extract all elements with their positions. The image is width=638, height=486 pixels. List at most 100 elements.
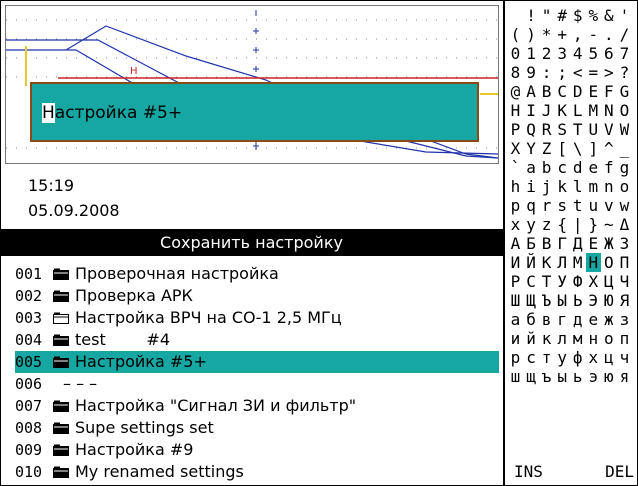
character-key[interactable]: % bbox=[586, 6, 601, 25]
settings-list-item[interactable]: 002 Проверка АРК bbox=[15, 285, 499, 307]
character-key[interactable]: б bbox=[524, 310, 539, 329]
insert-button[interactable]: INS bbox=[514, 462, 543, 481]
character-key[interactable]: О bbox=[601, 253, 616, 272]
character-key[interactable]: Б bbox=[524, 234, 539, 253]
character-key[interactable]: R bbox=[539, 120, 554, 139]
character-key[interactable]: ] bbox=[586, 139, 601, 158]
character-key[interactable]: L bbox=[570, 101, 585, 120]
character-key[interactable]: В bbox=[539, 234, 554, 253]
character-key[interactable]: 8 bbox=[508, 63, 523, 82]
character-key[interactable]: D bbox=[570, 82, 585, 101]
character-key[interactable]: Х bbox=[586, 272, 601, 291]
character-key[interactable]: j bbox=[539, 177, 554, 196]
character-key[interactable]: X bbox=[508, 139, 523, 158]
character-key[interactable]: С bbox=[524, 272, 539, 291]
character-key[interactable]: " bbox=[539, 6, 554, 25]
character-key[interactable]: u bbox=[586, 196, 601, 215]
character-key[interactable]: ! bbox=[524, 6, 539, 25]
character-key[interactable]: n bbox=[601, 177, 616, 196]
character-key[interactable]: H bbox=[508, 101, 523, 120]
character-key[interactable]: e bbox=[586, 158, 601, 177]
character-key[interactable]: ' bbox=[617, 6, 632, 25]
character-key[interactable]: Ц bbox=[601, 272, 616, 291]
character-key[interactable]: 5 bbox=[586, 44, 601, 63]
character-key[interactable]: T bbox=[570, 120, 585, 139]
character-key[interactable]: о bbox=[601, 329, 616, 348]
character-key[interactable]: p bbox=[508, 196, 523, 215]
character-key[interactable]: 3 bbox=[555, 44, 570, 63]
character-key[interactable]: q bbox=[524, 196, 539, 215]
character-key[interactable]: Э bbox=[586, 291, 601, 310]
character-key[interactable]: ф bbox=[570, 348, 585, 367]
character-key[interactable]: k bbox=[555, 177, 570, 196]
character-key[interactable]: w bbox=[617, 196, 632, 215]
character-key[interactable]: l bbox=[570, 177, 585, 196]
character-key[interactable]: G bbox=[617, 82, 632, 101]
character-key[interactable]: ю bbox=[601, 367, 616, 386]
character-key[interactable]: Ю bbox=[601, 291, 616, 310]
character-key[interactable]: W bbox=[617, 120, 632, 139]
character-key[interactable]: B bbox=[539, 82, 554, 101]
character-key[interactable]: + bbox=[555, 25, 570, 44]
character-key[interactable]: А bbox=[508, 234, 523, 253]
character-key[interactable]: ц bbox=[601, 348, 616, 367]
character-key[interactable]: : bbox=[539, 63, 554, 82]
character-key[interactable]: И bbox=[508, 253, 523, 272]
settings-list-item[interactable]: 006 – – – bbox=[15, 373, 499, 395]
character-key[interactable]: Y bbox=[524, 139, 539, 158]
character-key[interactable]: н bbox=[586, 329, 601, 348]
character-key[interactable]: э bbox=[586, 367, 601, 386]
character-key[interactable]: Н bbox=[585, 253, 601, 272]
character-key[interactable]: Q bbox=[524, 120, 539, 139]
character-key[interactable]: П bbox=[617, 253, 632, 272]
character-key[interactable]: и bbox=[508, 329, 523, 348]
character-key[interactable]: Ш bbox=[508, 291, 523, 310]
character-key[interactable]: 0 bbox=[508, 44, 523, 63]
character-key[interactable]: S bbox=[555, 120, 570, 139]
character-key[interactable]: п bbox=[617, 329, 632, 348]
character-key[interactable]: ъ bbox=[539, 367, 554, 386]
character-key[interactable]: ы bbox=[555, 367, 570, 386]
character-key[interactable]: M bbox=[586, 101, 601, 120]
character-key[interactable]: ~ bbox=[601, 215, 616, 234]
character-key[interactable]: * bbox=[539, 25, 554, 44]
character-key[interactable]: } bbox=[586, 215, 601, 234]
character-key[interactable]: г bbox=[555, 310, 570, 329]
character-key[interactable]: ; bbox=[555, 63, 570, 82]
character-key[interactable]: м bbox=[570, 329, 585, 348]
character-key[interactable]: Δ bbox=[617, 215, 632, 234]
character-key[interactable]: Ч bbox=[617, 272, 632, 291]
character-key[interactable]: d bbox=[570, 158, 585, 177]
character-key[interactable]: ь bbox=[570, 367, 585, 386]
character-key[interactable]: P bbox=[508, 120, 523, 139]
character-key[interactable]: у bbox=[555, 348, 570, 367]
character-key[interactable]: Г bbox=[555, 234, 570, 253]
character-key[interactable]: к bbox=[539, 329, 554, 348]
character-key[interactable]: N bbox=[601, 101, 616, 120]
character-key[interactable]: U bbox=[586, 120, 601, 139]
settings-name-dialog[interactable]: Настройка #5+ bbox=[30, 82, 479, 142]
settings-name-input[interactable]: Настройка #5+ bbox=[42, 103, 182, 123]
character-key[interactable]: v bbox=[601, 196, 616, 215]
character-key[interactable]: ж bbox=[601, 310, 616, 329]
character-key[interactable] bbox=[508, 6, 523, 25]
character-key[interactable]: a bbox=[524, 158, 539, 177]
character-key[interactable]: K bbox=[555, 101, 570, 120]
character-key[interactable]: Ы bbox=[555, 291, 570, 310]
character-key[interactable]: c bbox=[555, 158, 570, 177]
character-key[interactable]: Я bbox=[617, 291, 632, 310]
character-key[interactable]: o bbox=[617, 177, 632, 196]
character-key[interactable]: 6 bbox=[601, 44, 616, 63]
character-key[interactable]: Ф bbox=[570, 272, 585, 291]
character-key[interactable]: 4 bbox=[570, 44, 585, 63]
character-key[interactable]: y bbox=[524, 215, 539, 234]
character-key[interactable]: У bbox=[555, 272, 570, 291]
character-key[interactable]: ( bbox=[508, 25, 523, 44]
character-key[interactable]: ч bbox=[617, 348, 632, 367]
character-key[interactable]: К bbox=[539, 253, 554, 272]
character-key[interactable]: й bbox=[524, 329, 539, 348]
character-key[interactable]: ^ bbox=[601, 139, 616, 158]
character-key[interactable]: , bbox=[570, 25, 585, 44]
character-key[interactable]: е bbox=[586, 310, 601, 329]
character-key[interactable]: s bbox=[555, 196, 570, 215]
